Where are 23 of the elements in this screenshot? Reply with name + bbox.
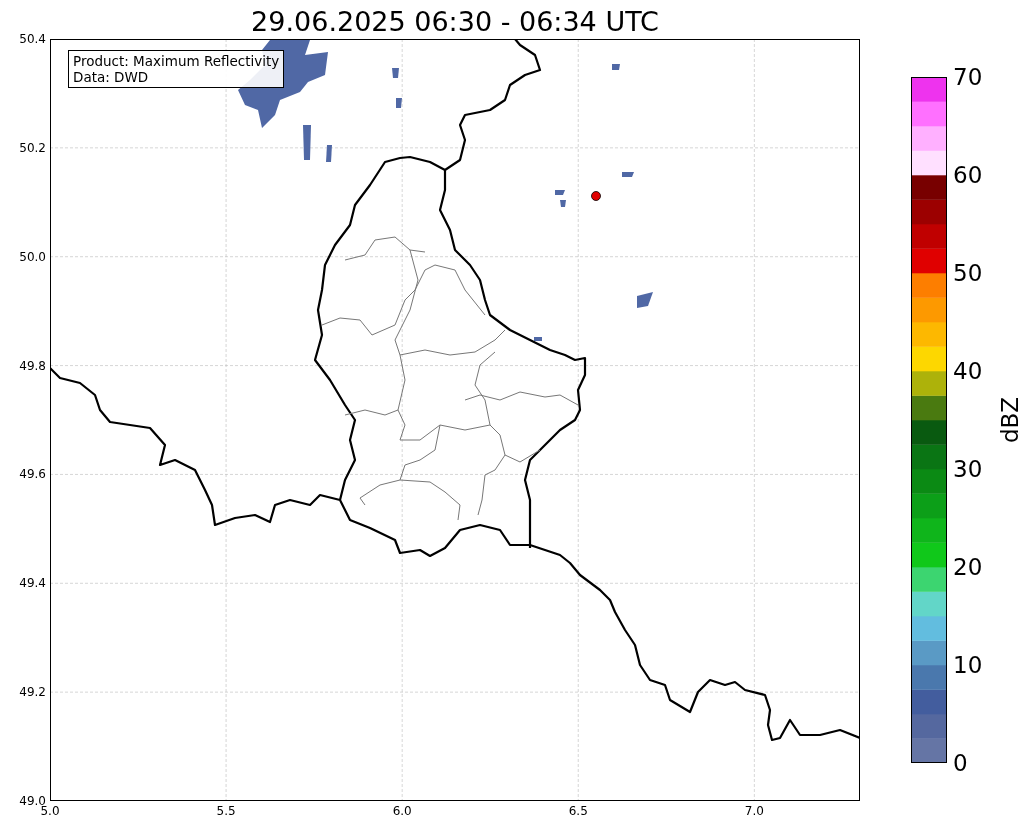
colorbar-tick-label: 10 <box>953 652 983 678</box>
colorbar-tick-label: 70 <box>953 64 983 90</box>
axis-tick-label: 6.5 <box>568 804 588 818</box>
chart-title: 29.06.2025 06:30 - 06:34 UTC <box>251 5 659 37</box>
colorbar-tick-label: 0 <box>953 750 968 776</box>
radar-site-marker <box>591 191 601 201</box>
axis-tick-label: 49.2 <box>19 685 46 700</box>
axis-tick-label: 49.4 <box>19 576 46 591</box>
colorbar-tick-label: 50 <box>953 260 983 286</box>
colorbar-tick-label: 60 <box>953 162 983 188</box>
axis-tick-label: 50.0 <box>19 249 46 264</box>
axis-tick-label: 7.0 <box>744 804 764 818</box>
colorbar-tick-label: 40 <box>953 358 983 384</box>
axis-tick-label: 49.8 <box>19 358 46 373</box>
axis-tick-label: 50.4 <box>19 32 46 46</box>
info-box: Product: Maximum Reflectivity Data: DWD <box>68 50 285 88</box>
colorbar-tick-label: 30 <box>953 456 983 482</box>
colorbar-label: dBZ <box>997 396 1023 444</box>
axis-tick-label: 5.5 <box>216 804 236 818</box>
axis-tick-label: 6.0 <box>392 804 412 818</box>
colorbar-tick-label: 20 <box>953 554 983 580</box>
axis-tick-label: 50.2 <box>19 140 46 155</box>
axis-tick-label: 49.6 <box>19 467 46 482</box>
